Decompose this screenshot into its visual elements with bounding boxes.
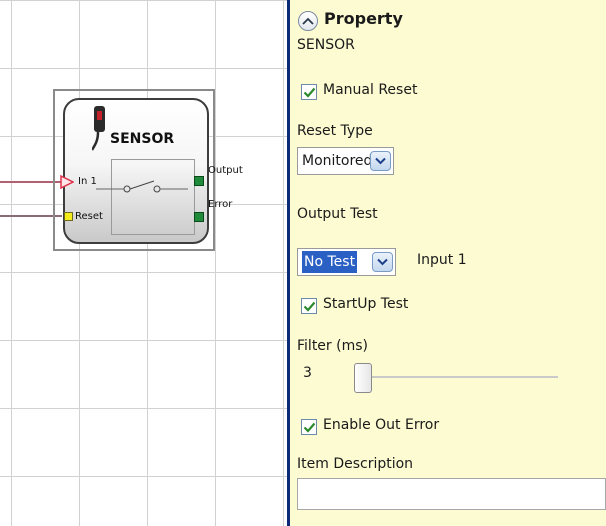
pin-label-output: Output — [208, 165, 243, 176]
filter-slider-track[interactable] — [363, 376, 558, 378]
item-description-label: Item Description — [297, 456, 414, 472]
manual-reset-checkbox[interactable] — [301, 84, 317, 100]
collapse-button[interactable] — [298, 11, 318, 31]
enable-out-error-label: Enable Out Error — [323, 417, 440, 433]
pin-label-in1: In 1 — [78, 176, 97, 187]
chevron-down-icon — [375, 157, 386, 165]
pin-label-error: Error — [208, 199, 233, 210]
reset-type-value: Monitored — [302, 153, 373, 169]
block-title: SENSOR — [110, 131, 175, 147]
startup-test-checkbox[interactable] — [301, 298, 317, 314]
filter-label: Filter (ms) — [297, 338, 368, 354]
reset-type-label: Reset Type — [297, 123, 373, 139]
checkmark-icon — [303, 422, 315, 433]
block-logic-area — [111, 159, 195, 235]
output-test-input-label: Input 1 — [417, 252, 467, 268]
photoelectric-sensor-icon — [92, 106, 105, 151]
output-test-value: No Test — [302, 251, 358, 273]
item-description-input[interactable] — [297, 478, 606, 510]
output-test-dropdown-button[interactable] — [372, 252, 393, 272]
reset-pin[interactable] — [64, 212, 73, 221]
pin-label-reset: Reset — [75, 211, 103, 222]
error-pin[interactable] — [194, 212, 204, 222]
block-type-label: SENSOR — [297, 37, 355, 53]
startup-test-label: StartUp Test — [323, 296, 409, 312]
enable-out-error-checkbox[interactable] — [301, 419, 317, 435]
checkmark-icon — [303, 87, 315, 98]
panel-title: Property — [324, 9, 403, 28]
checkmark-icon — [303, 301, 315, 312]
chevron-down-icon — [377, 258, 388, 266]
reset-type-select[interactable]: Monitored — [297, 147, 394, 175]
switch-symbol-icon — [96, 180, 188, 193]
manual-reset-label: Manual Reset — [323, 82, 418, 98]
output-test-label: Output Test — [297, 206, 378, 222]
input-arrow-icon[interactable] — [60, 175, 74, 189]
output-pin[interactable] — [194, 176, 204, 186]
chevron-up-icon — [302, 17, 314, 25]
filter-value: 3 — [303, 365, 312, 381]
filter-slider-thumb[interactable] — [354, 363, 372, 393]
diagram-canvas[interactable]: SENSOR In 1 Reset Output Error — [0, 0, 289, 526]
reset-type-dropdown-button[interactable] — [370, 151, 391, 171]
